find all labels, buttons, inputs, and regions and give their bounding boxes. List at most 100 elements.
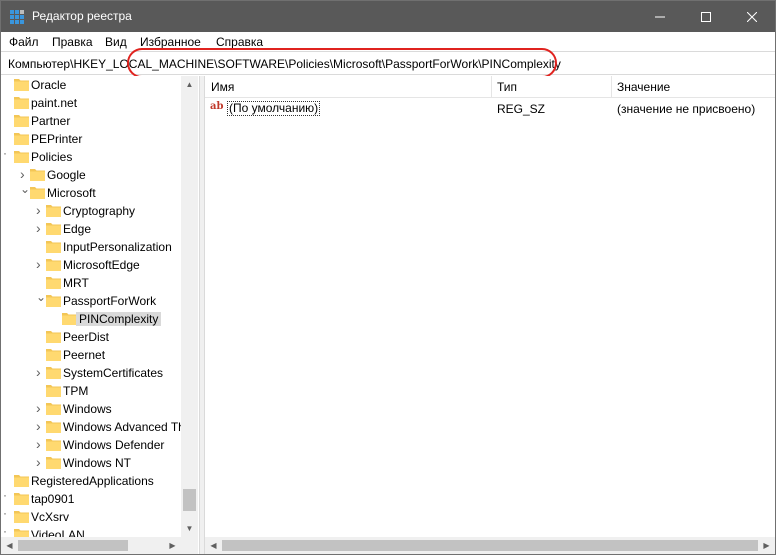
close-button[interactable] bbox=[729, 1, 775, 32]
chevron-right-icon[interactable]: › bbox=[36, 256, 46, 272]
folder-icon bbox=[46, 205, 61, 217]
expander-icon[interactable]: · bbox=[3, 524, 13, 538]
tree-item[interactable]: Oracle bbox=[1, 76, 181, 94]
chevron-right-icon[interactable]: › bbox=[36, 436, 46, 452]
tree-item-label: Google bbox=[47, 168, 86, 182]
menu-edit[interactable]: Правка bbox=[52, 35, 93, 49]
tree-item-label: TPM bbox=[63, 384, 89, 398]
scroll-left-icon[interactable]: ◀ bbox=[205, 537, 222, 554]
tree-item[interactable]: › Windows Advanced Th bbox=[1, 418, 185, 436]
expander-icon[interactable]: · bbox=[3, 506, 13, 520]
folder-icon bbox=[46, 241, 61, 253]
address-bar[interactable]: Компьютер\HKEY_LOCAL_MACHINE\SOFTWARE\Po… bbox=[1, 51, 775, 75]
chevron-down-icon[interactable]: ⌄ bbox=[20, 182, 30, 196]
tree-item[interactable]: PEPrinter bbox=[1, 130, 181, 148]
maximize-button[interactable] bbox=[683, 1, 729, 32]
expander-icon[interactable]: · bbox=[3, 146, 13, 160]
tree-vertical-scrollbar[interactable]: ▲ ▼ bbox=[181, 76, 198, 537]
tree-item[interactable]: › SystemCertificates bbox=[1, 364, 181, 382]
column-divider[interactable] bbox=[491, 76, 492, 98]
folder-icon bbox=[46, 403, 61, 415]
chevron-right-icon[interactable]: › bbox=[20, 166, 30, 182]
tree-item[interactable]: TPM bbox=[1, 382, 181, 400]
key-tree[interactable]: Oracle paint.net Partner PEPrinter · Policies… bbox=[1, 76, 199, 554]
regedit-icon bbox=[10, 10, 24, 24]
tree-item-label: PeerDist bbox=[63, 330, 110, 344]
column-data-header[interactable]: Значение bbox=[617, 80, 670, 94]
values-list[interactable]: Имя Тип Значение ab (По умолчанию) REG_S… bbox=[205, 76, 775, 554]
chevron-right-icon[interactable]: › bbox=[36, 220, 46, 236]
column-type-header[interactable]: Тип bbox=[497, 80, 517, 94]
tree-item[interactable]: RegisteredApplications bbox=[1, 472, 181, 490]
menu-view[interactable]: Вид bbox=[105, 35, 127, 49]
tree-item[interactable]: · VcXsrv bbox=[1, 506, 181, 526]
tree-item[interactable]: paint.net bbox=[1, 94, 181, 112]
value-name[interactable]: (По умолчанию) bbox=[227, 101, 321, 116]
scroll-thumb[interactable] bbox=[183, 489, 196, 511]
column-divider[interactable] bbox=[611, 76, 612, 98]
scroll-down-icon[interactable]: ▼ bbox=[181, 520, 198, 537]
tree-item[interactable]: › Windows Defender bbox=[1, 436, 181, 454]
close-icon bbox=[747, 11, 757, 22]
tree-item-label: Policies bbox=[31, 150, 73, 164]
column-name-header[interactable]: Имя bbox=[211, 80, 234, 94]
tree-item-label: SystemCertificates bbox=[63, 366, 164, 380]
scroll-thumb[interactable] bbox=[18, 540, 128, 551]
menu-help[interactable]: Справка bbox=[216, 35, 263, 49]
tree-item-label: Edge bbox=[63, 222, 92, 236]
tree-item[interactable]: › Cryptography bbox=[1, 202, 181, 220]
chevron-right-icon[interactable]: › bbox=[36, 364, 46, 380]
tree-item[interactable]: Peernet bbox=[1, 346, 181, 364]
chevron-right-icon[interactable]: › bbox=[36, 418, 46, 434]
folder-icon bbox=[14, 97, 29, 109]
window-title: Редактор реестра bbox=[32, 9, 132, 23]
folder-icon bbox=[14, 133, 29, 145]
tree-item[interactable]: › Windows bbox=[1, 400, 181, 418]
registry-editor-window: Редактор реестра Файл Правка Вид Избранн… bbox=[0, 0, 776, 555]
tree-item[interactable]: ⌄ PassportForWork bbox=[1, 290, 181, 310]
expander-icon[interactable]: · bbox=[3, 488, 13, 502]
menu-bar: Файл Правка Вид Избранное Справка bbox=[1, 32, 775, 51]
tree-item-label: Partner bbox=[31, 114, 71, 128]
minimize-button[interactable] bbox=[637, 1, 683, 32]
chevron-right-icon[interactable]: › bbox=[36, 202, 46, 218]
menu-favorites[interactable]: Избранное bbox=[140, 35, 201, 49]
tree-item[interactable]: PINComplexity bbox=[1, 310, 181, 328]
tree-item-label: VcXsrv bbox=[31, 510, 70, 524]
tree-item[interactable]: · tap0901 bbox=[1, 488, 181, 508]
scroll-up-icon[interactable]: ▲ bbox=[181, 76, 198, 93]
list-horizontal-scrollbar[interactable]: ◀ ▶ bbox=[205, 537, 775, 554]
minimize-icon bbox=[655, 16, 665, 17]
menu-file[interactable]: Файл bbox=[9, 35, 39, 49]
scroll-left-icon[interactable]: ◀ bbox=[1, 537, 18, 554]
tree-item[interactable]: › MicrosoftEdge bbox=[1, 256, 181, 274]
address-path[interactable]: Компьютер\HKEY_LOCAL_MACHINE\SOFTWARE\Po… bbox=[8, 57, 561, 71]
folder-icon bbox=[14, 79, 29, 91]
tree-item[interactable]: ⌄ Microsoft bbox=[1, 182, 181, 202]
title-bar[interactable]: Редактор реестра bbox=[1, 1, 775, 32]
tree-item[interactable]: › Edge bbox=[1, 220, 181, 238]
folder-icon bbox=[46, 259, 61, 271]
tree-item-label: PEPrinter bbox=[31, 132, 83, 146]
tree-horizontal-scrollbar[interactable]: ◀ ▶ bbox=[1, 537, 198, 554]
scroll-right-icon[interactable]: ▶ bbox=[164, 537, 181, 554]
tree-item[interactable]: MRT bbox=[1, 274, 181, 292]
value-row[interactable]: ab (По умолчанию) REG_SZ (значение не пр… bbox=[205, 99, 775, 117]
tree-item-label: RegisteredApplications bbox=[31, 474, 154, 488]
tree-item[interactable]: InputPersonalization bbox=[1, 238, 181, 256]
folder-icon bbox=[46, 331, 61, 343]
chevron-right-icon[interactable]: › bbox=[36, 400, 46, 416]
chevron-down-icon[interactable]: ⌄ bbox=[36, 290, 46, 304]
tree-item[interactable]: PeerDist bbox=[1, 328, 181, 346]
scroll-thumb[interactable] bbox=[222, 540, 758, 551]
scroll-right-icon[interactable]: ▶ bbox=[758, 537, 775, 554]
tree-item[interactable]: › Windows NT bbox=[1, 454, 181, 472]
tree-item-label: InputPersonalization bbox=[63, 240, 172, 254]
folder-icon bbox=[14, 493, 29, 505]
tree-item[interactable]: Partner bbox=[1, 112, 181, 130]
folder-icon bbox=[46, 349, 61, 361]
chevron-right-icon[interactable]: › bbox=[36, 454, 46, 470]
tree-item[interactable]: · Policies bbox=[1, 146, 181, 166]
folder-icon bbox=[30, 169, 45, 181]
tree-item-label: tap0901 bbox=[31, 492, 75, 506]
